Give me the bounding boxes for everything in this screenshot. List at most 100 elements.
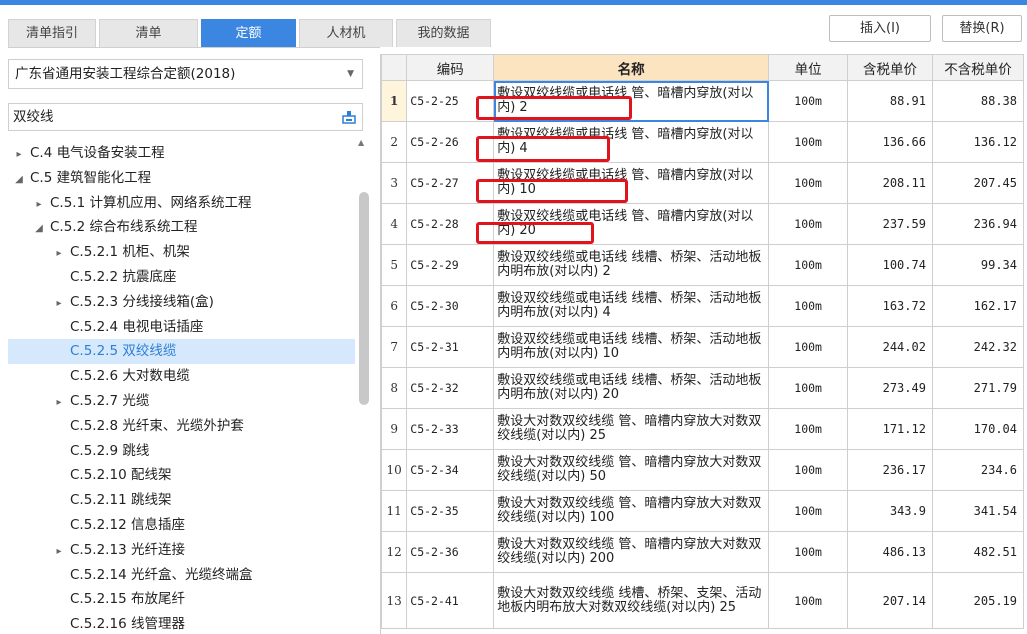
cell-name[interactable]: 敷设双绞线缆或电话线 线槽、桥架、活动地板内明布放(对以内) 20: [493, 367, 770, 409]
cell-unit[interactable]: 100m: [768, 121, 849, 163]
cell-notax-price[interactable]: 136.12: [931, 121, 1025, 163]
cell-unit[interactable]: 100m: [768, 572, 849, 629]
cell-tax-price[interactable]: 100.74: [847, 244, 933, 286]
cell-notax-price[interactable]: 234.6: [931, 449, 1025, 491]
row-number[interactable]: 6: [381, 285, 408, 327]
tree-item[interactable]: C.5.2.5 双绞线缆: [8, 339, 355, 365]
expand-arrow-icon[interactable]: ▸: [52, 539, 66, 564]
cell-unit[interactable]: 100m: [768, 285, 849, 327]
cell-name[interactable]: 敷设双绞线缆或电话线 线槽、桥架、活动地板内明布放(对以内) 10: [493, 326, 770, 368]
tree-item[interactable]: C.5.2.16 线管理器: [8, 612, 355, 634]
header-notax-price[interactable]: 不含税单价: [931, 54, 1025, 81]
table-row[interactable]: 12 C5-2-36 敷设大对数双绞线缆 管、暗槽内穿放大对数双绞线缆(对以内) 2…: [381, 531, 1025, 573]
replace-button[interactable]: 替换(R): [942, 15, 1022, 42]
cell-notax-price[interactable]: 88.38: [931, 80, 1025, 122]
quota-library-select[interactable]: 广东省通用安装工程综合定额(2018) ▼: [8, 59, 363, 89]
expand-arrow-icon[interactable]: ▸: [52, 291, 66, 316]
table-row[interactable]: 9 C5-2-33 敷设大对数双绞线缆 管、暗槽内穿放大对数双绞线缆(对以内) 25…: [381, 408, 1025, 450]
cell-notax-price[interactable]: 205.19: [931, 572, 1025, 629]
cell-notax-price[interactable]: 271.79: [931, 367, 1025, 409]
tab-quota[interactable]: 定额: [201, 19, 296, 47]
cell-unit[interactable]: 100m: [768, 449, 849, 491]
cell-unit[interactable]: 100m: [768, 244, 849, 286]
tab-my-data[interactable]: 我的数据: [396, 19, 491, 47]
expand-arrow-icon[interactable]: ▸: [52, 241, 66, 266]
cell-tax-price[interactable]: 244.02: [847, 326, 933, 368]
row-number[interactable]: 9: [381, 408, 408, 450]
row-number[interactable]: 12: [381, 531, 408, 573]
row-number[interactable]: 8: [381, 367, 408, 409]
tree-item[interactable]: ▸ C.5.2.13 光纤连接: [8, 538, 355, 563]
cell-unit[interactable]: 100m: [768, 162, 849, 204]
cell-unit[interactable]: 100m: [768, 326, 849, 368]
cell-unit[interactable]: 100m: [768, 490, 849, 532]
row-number[interactable]: 4: [381, 203, 408, 245]
cell-unit[interactable]: 100m: [768, 408, 849, 450]
header-code[interactable]: 编码: [406, 54, 495, 81]
tab-bill[interactable]: 清单: [99, 19, 198, 47]
cell-name[interactable]: 敷设双绞线缆或电话线 管、暗槽内穿放(对以内) 10: [493, 162, 770, 204]
row-number[interactable]: 1: [381, 80, 408, 122]
tree-item[interactable]: C.5.2.8 光纤束、光缆外护套: [8, 414, 355, 439]
cell-code[interactable]: C5-2-26: [406, 121, 495, 163]
cell-code[interactable]: C5-2-27: [406, 162, 495, 204]
cell-code[interactable]: C5-2-33: [406, 408, 495, 450]
cell-name[interactable]: 敷设大对数双绞线缆 管、暗槽内穿放大对数双绞线缆(对以内) 200: [493, 531, 770, 573]
row-number[interactable]: 7: [381, 326, 408, 368]
tree-item[interactable]: C.5.2.12 信息插座: [8, 513, 355, 538]
table-row[interactable]: 11 C5-2-35 敷设大对数双绞线缆 管、暗槽内穿放大对数双绞线缆(对以内) 1…: [381, 490, 1025, 532]
scroll-up-arrow-icon[interactable]: ▲: [358, 138, 364, 147]
table-row[interactable]: 13 C5-2-41 敷设大对数双绞线缆 线槽、桥架、支架、活动地板内明布放大对数双…: [381, 572, 1025, 629]
search-input[interactable]: 双绞线: [8, 103, 363, 131]
table-row[interactable]: 6 C5-2-30 敷设双绞线缆或电话线 线槽、桥架、活动地板内明布放(对以内) 4…: [381, 285, 1025, 327]
cell-name[interactable]: 敷设双绞线缆或电话线 线槽、桥架、活动地板内明布放(对以内) 2: [493, 244, 770, 286]
cell-tax-price[interactable]: 163.72: [847, 285, 933, 327]
cell-notax-price[interactable]: 99.34: [931, 244, 1025, 286]
header-unit[interactable]: 单位: [768, 54, 849, 81]
cell-name[interactable]: 敷设大对数双绞线缆 管、暗槽内穿放大对数双绞线缆(对以内) 50: [493, 449, 770, 491]
cell-name[interactable]: 敷设双绞线缆或电话线 管、暗槽内穿放(对以内) 20: [493, 203, 770, 245]
tree-item[interactable]: C.5.2.14 光纤盒、光缆终端盒: [8, 563, 355, 588]
cell-code[interactable]: C5-2-28: [406, 203, 495, 245]
cell-notax-price[interactable]: 242.32: [931, 326, 1025, 368]
cell-unit[interactable]: 100m: [768, 203, 849, 245]
table-row[interactable]: 7 C5-2-31 敷设双绞线缆或电话线 线槽、桥架、活动地板内明布放(对以内) 1…: [381, 326, 1025, 368]
cell-code[interactable]: C5-2-41: [406, 572, 495, 629]
cell-code[interactable]: C5-2-34: [406, 449, 495, 491]
cell-code[interactable]: C5-2-25: [406, 80, 495, 122]
cell-name[interactable]: 敷设双绞线缆或电话线 管、暗槽内穿放(对以内) 2: [493, 80, 770, 122]
collapse-arrow-icon[interactable]: ◢: [32, 216, 46, 241]
cell-tax-price[interactable]: 486.13: [847, 531, 933, 573]
tree-item[interactable]: ◢ C.5 建筑智能化工程: [8, 166, 355, 191]
cell-tax-price[interactable]: 136.66: [847, 121, 933, 163]
table-row[interactable]: 4 C5-2-28 敷设双绞线缆或电话线 管、暗槽内穿放(对以内) 20 100m 23…: [381, 203, 1025, 245]
cell-notax-price[interactable]: 236.94: [931, 203, 1025, 245]
cell-tax-price[interactable]: 273.49: [847, 367, 933, 409]
chevron-down-icon[interactable]: ▼: [347, 60, 354, 88]
cell-name[interactable]: 敷设双绞线缆或电话线 管、暗槽内穿放(对以内) 4: [493, 121, 770, 163]
tree-item[interactable]: ▸ C.5.2.3 分线接线箱(盒): [8, 290, 355, 315]
header-tax-price[interactable]: 含税单价: [847, 54, 933, 81]
tree-item[interactable]: ▸ C.4 电气设备安装工程: [8, 141, 355, 166]
expand-arrow-icon[interactable]: ▸: [52, 390, 66, 415]
collapse-arrow-icon[interactable]: ◢: [12, 167, 26, 192]
cell-unit[interactable]: 100m: [768, 80, 849, 122]
tree-item[interactable]: C.5.2.6 大对数电缆: [8, 364, 355, 389]
cell-code[interactable]: C5-2-32: [406, 367, 495, 409]
tab-bill-guide[interactable]: 清单指引: [8, 19, 96, 47]
tab-labor-material-machine[interactable]: 人材机: [299, 19, 393, 47]
table-row[interactable]: 10 C5-2-34 敷设大对数双绞线缆 管、暗槽内穿放大对数双绞线缆(对以内) 5…: [381, 449, 1025, 491]
locate-icon[interactable]: [342, 110, 356, 124]
header-name[interactable]: 名称: [493, 54, 770, 81]
row-number[interactable]: 3: [381, 162, 408, 204]
row-number[interactable]: 11: [381, 490, 408, 532]
row-number[interactable]: 10: [381, 449, 408, 491]
tree-item[interactable]: C.5.2.11 跳线架: [8, 488, 355, 513]
tree-item[interactable]: ◢ C.5.2 综合布线系统工程: [8, 215, 355, 240]
table-row[interactable]: 3 C5-2-27 敷设双绞线缆或电话线 管、暗槽内穿放(对以内) 10 100m 20…: [381, 162, 1025, 204]
tree-scrollbar-thumb[interactable]: [359, 192, 369, 405]
tree-item[interactable]: C.5.2.2 抗震底座: [8, 265, 355, 290]
cell-unit[interactable]: 100m: [768, 531, 849, 573]
row-number[interactable]: 13: [381, 572, 408, 629]
cell-name[interactable]: 敷设大对数双绞线缆 管、暗槽内穿放大对数双绞线缆(对以内) 100: [493, 490, 770, 532]
